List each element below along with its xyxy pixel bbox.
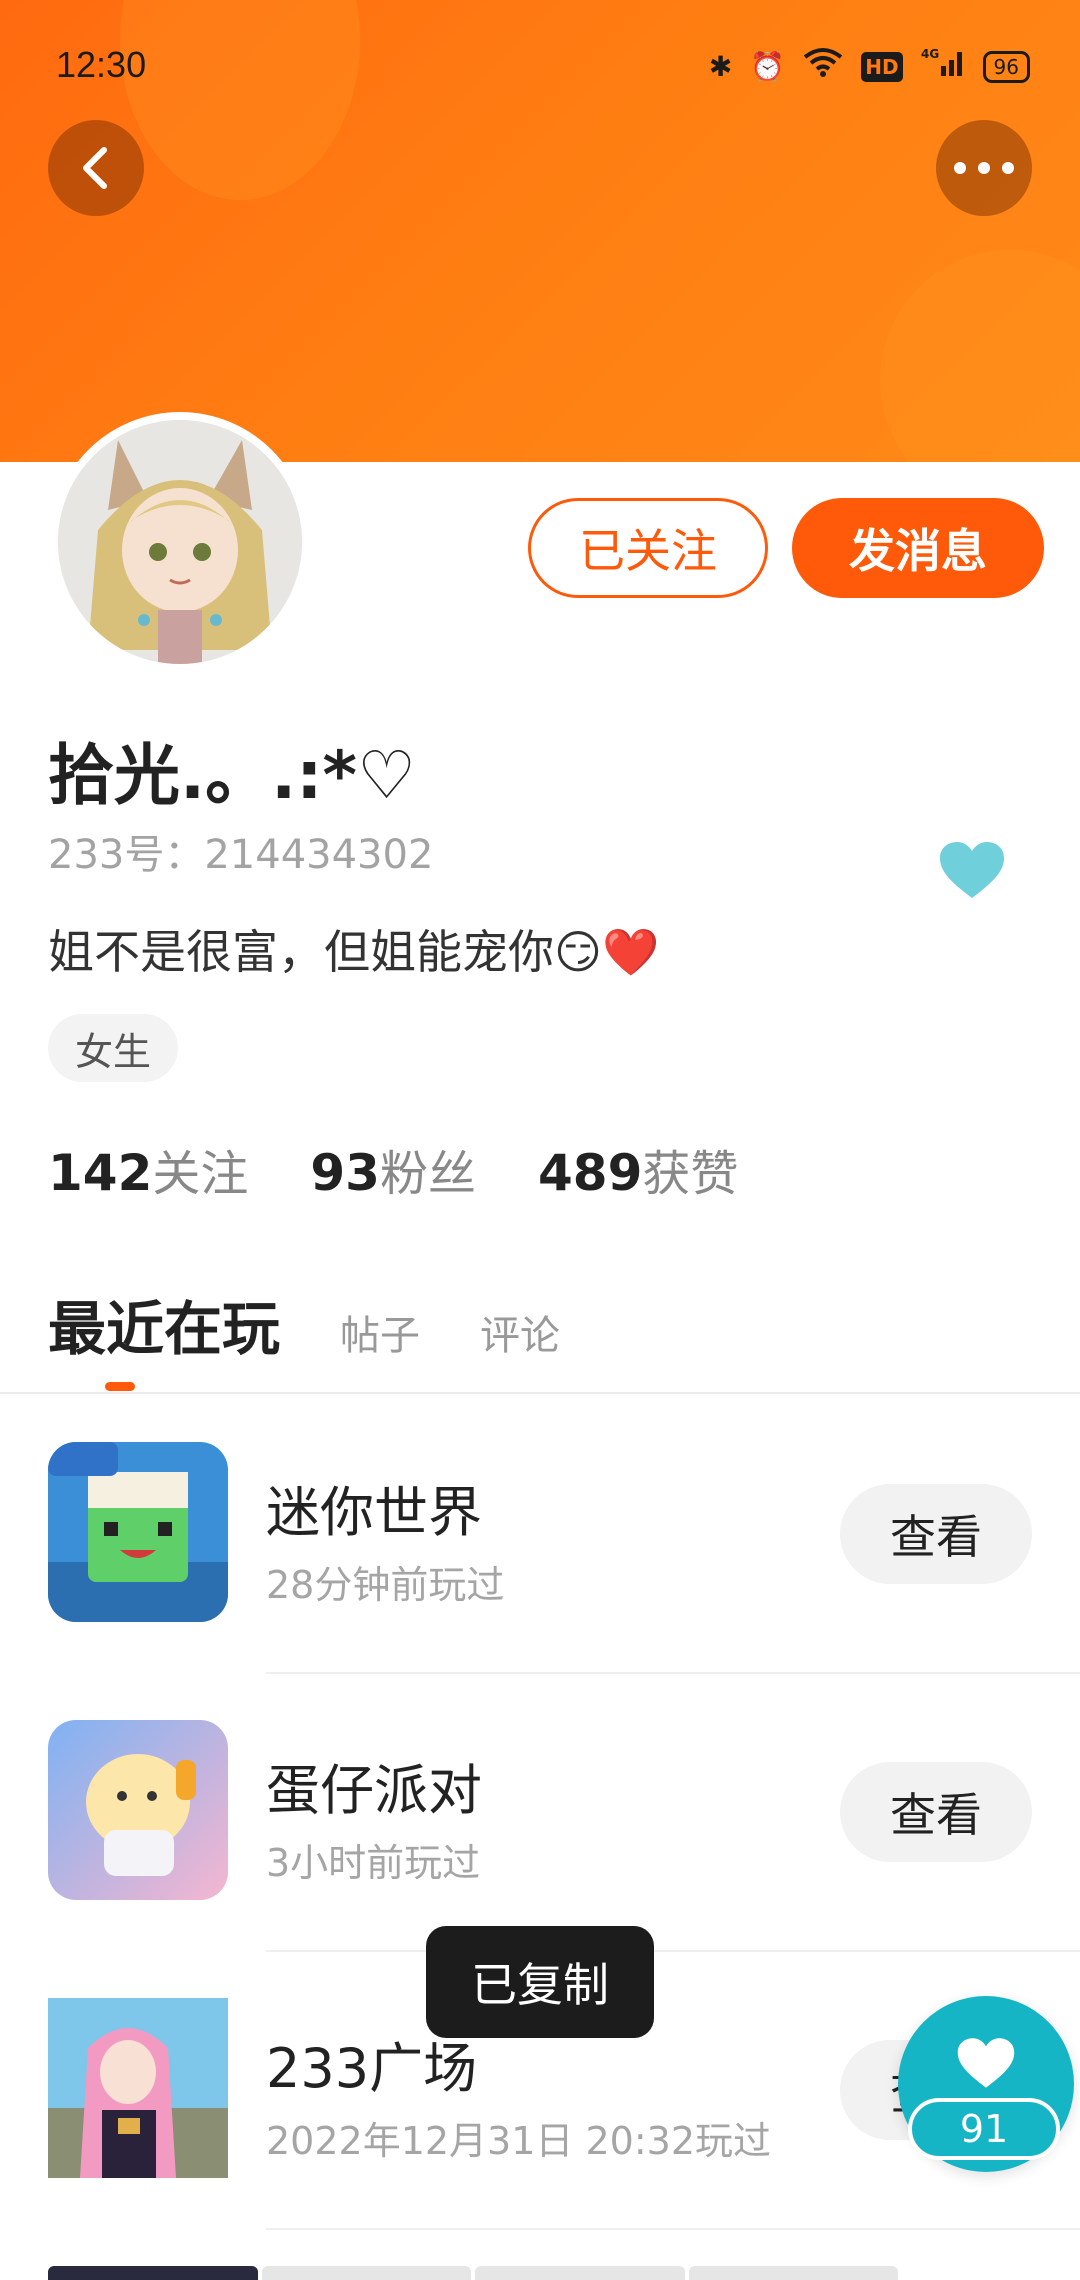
gender-tag: 女生 (48, 1014, 178, 1082)
game-played-time: 28分钟前玩过 (266, 1563, 505, 1607)
profile-stats: 142 关注 93 粉丝 489 获赞 (48, 1134, 738, 1204)
stat-number: 489 (538, 1144, 643, 1202)
heart-icon (957, 2038, 1015, 2088)
stat-number: 142 (48, 1144, 153, 1202)
active-tab-indicator (105, 1382, 135, 1391)
tab-divider (0, 1392, 1080, 1394)
stat-label: 粉丝 (379, 1146, 476, 1202)
stat-likes[interactable]: 489 获赞 (538, 1134, 738, 1204)
svg-text:4G: 4G (921, 47, 939, 61)
heart-icon[interactable] (938, 840, 1006, 904)
username: 拾光.。.:*♡ (48, 737, 417, 814)
view-button[interactable]: 查看 (840, 1762, 1032, 1862)
status-icons: ✱ ⏰ HD 4G 96 (709, 46, 1030, 87)
divider (266, 2228, 1080, 2230)
stat-label: 关注 (152, 1146, 249, 1202)
view-button[interactable]: 查看 (840, 1484, 1032, 1584)
more-dots-icon (954, 162, 1014, 174)
233-plaza-icon (48, 1998, 228, 2178)
tab-recently-played[interactable]: 最近在玩 (48, 1282, 280, 1366)
hd-icon: HD (861, 51, 903, 82)
mini-world-icon (48, 1442, 228, 1622)
alarm-icon: ⏰ (750, 49, 786, 83)
signal-icon: 4G (921, 46, 965, 87)
tab-comments[interactable]: 评论 (480, 1303, 560, 1361)
stat-followers[interactable]: 93 粉丝 (310, 1134, 476, 1204)
list-item[interactable]: 迷你世界 28分钟前玩过 查看 (0, 1442, 1080, 1720)
send-message-button[interactable]: 发消息 (792, 498, 1044, 598)
divider (266, 1950, 1080, 1952)
preview-tile (688, 2266, 898, 2280)
avatar[interactable] (50, 412, 310, 672)
battery-icon: 96 (982, 50, 1030, 83)
next-list-preview (48, 2266, 898, 2280)
banner-decoration (880, 250, 1080, 462)
preview-tile (475, 2266, 685, 2280)
chevron-left-icon (83, 147, 107, 189)
wifi-icon (803, 47, 843, 86)
game-name: 迷你世界 (266, 1481, 482, 1544)
stat-label: 获赞 (642, 1146, 739, 1202)
status-bar: 12:30 ✱ ⏰ HD 4G 96 (0, 0, 1080, 134)
copied-toast: 已复制 (426, 1926, 654, 2038)
like-count-badge: 91 (908, 2098, 1060, 2160)
bluetooth-icon: ✱ (708, 49, 733, 83)
status-time: 12:30 (56, 44, 147, 85)
eggy-party-icon (48, 1720, 228, 1900)
user-id[interactable]: 233号：214434302 (48, 822, 433, 880)
game-played-time: 3小时前玩过 (266, 1841, 481, 1885)
game-played-time: 2022年12月31日 20:32玩过 (266, 2119, 772, 2163)
tab-posts[interactable]: 帖子 (340, 1303, 420, 1361)
back-button[interactable] (48, 120, 144, 216)
followed-button[interactable]: 已关注 (528, 498, 768, 598)
preview-tile (261, 2266, 471, 2280)
bio: 姐不是很富，但姐能宠你😏❤️ (48, 925, 660, 979)
stat-number: 93 (310, 1144, 380, 1202)
avatar-image (58, 420, 302, 664)
game-name: 蛋仔派对 (266, 1759, 482, 1822)
content-tabs: 最近在玩 帖子 评论 (48, 1282, 560, 1366)
more-options-button[interactable] (936, 120, 1032, 216)
preview-tile (48, 2266, 258, 2280)
divider (266, 1672, 1080, 1674)
profile-header-banner: 12:30 ✱ ⏰ HD 4G 96 (0, 0, 1080, 462)
stat-following[interactable]: 142 关注 (48, 1134, 248, 1204)
